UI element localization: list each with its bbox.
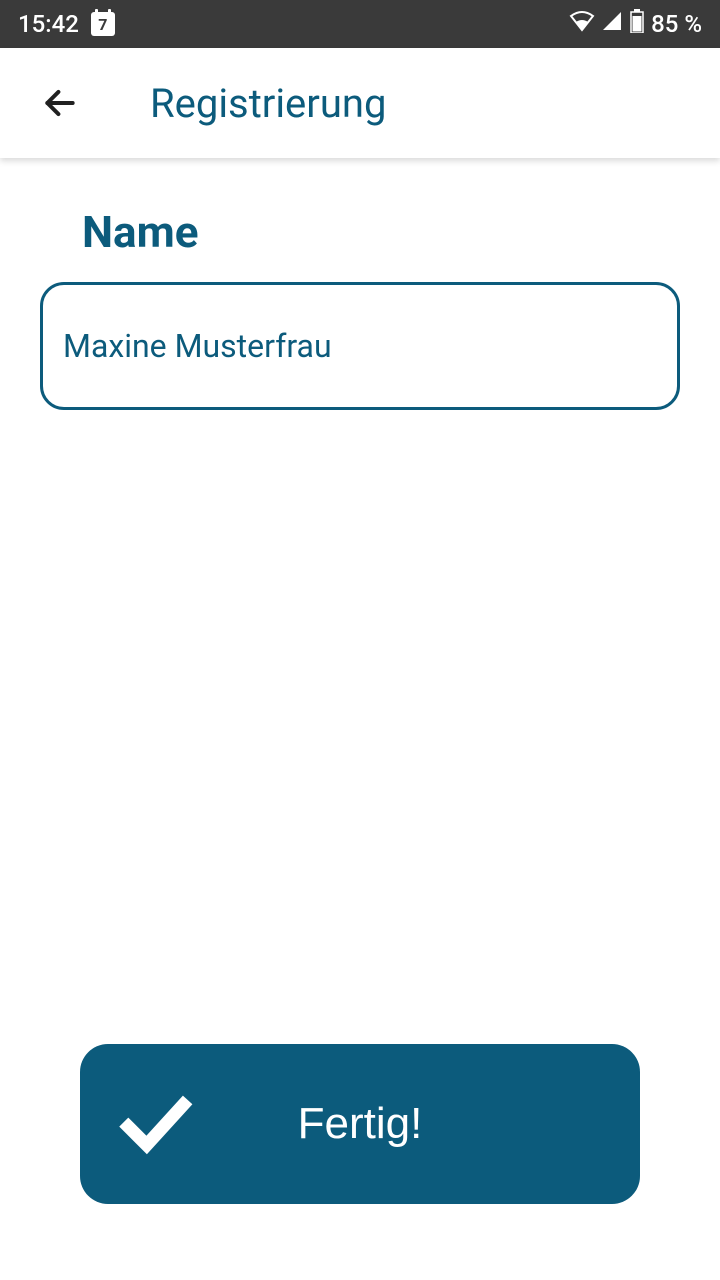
name-label: Name xyxy=(82,206,680,258)
status-time: 15:42 xyxy=(18,10,79,38)
done-label: Fertig! xyxy=(298,1099,423,1149)
wifi-icon xyxy=(569,10,595,38)
app-bar: Registrierung xyxy=(0,48,720,158)
status-bar: 15:42 7 85 % xyxy=(0,0,720,48)
calendar-day: 7 xyxy=(98,15,107,34)
battery-icon xyxy=(629,9,645,39)
status-right: 85 % xyxy=(569,9,702,39)
check-icon xyxy=(110,1079,198,1170)
arrow-left-icon xyxy=(41,84,79,122)
page-title: Registrierung xyxy=(150,80,386,127)
status-left: 15:42 7 xyxy=(18,10,115,38)
name-input[interactable] xyxy=(63,327,657,365)
name-input-wrapper[interactable] xyxy=(40,282,680,410)
back-button[interactable] xyxy=(40,83,80,123)
calendar-icon: 7 xyxy=(91,12,115,36)
signal-icon xyxy=(601,10,623,38)
done-button[interactable]: Fertig! xyxy=(80,1044,640,1204)
battery-percent: 85 % xyxy=(651,10,702,38)
content: Name xyxy=(0,158,720,410)
